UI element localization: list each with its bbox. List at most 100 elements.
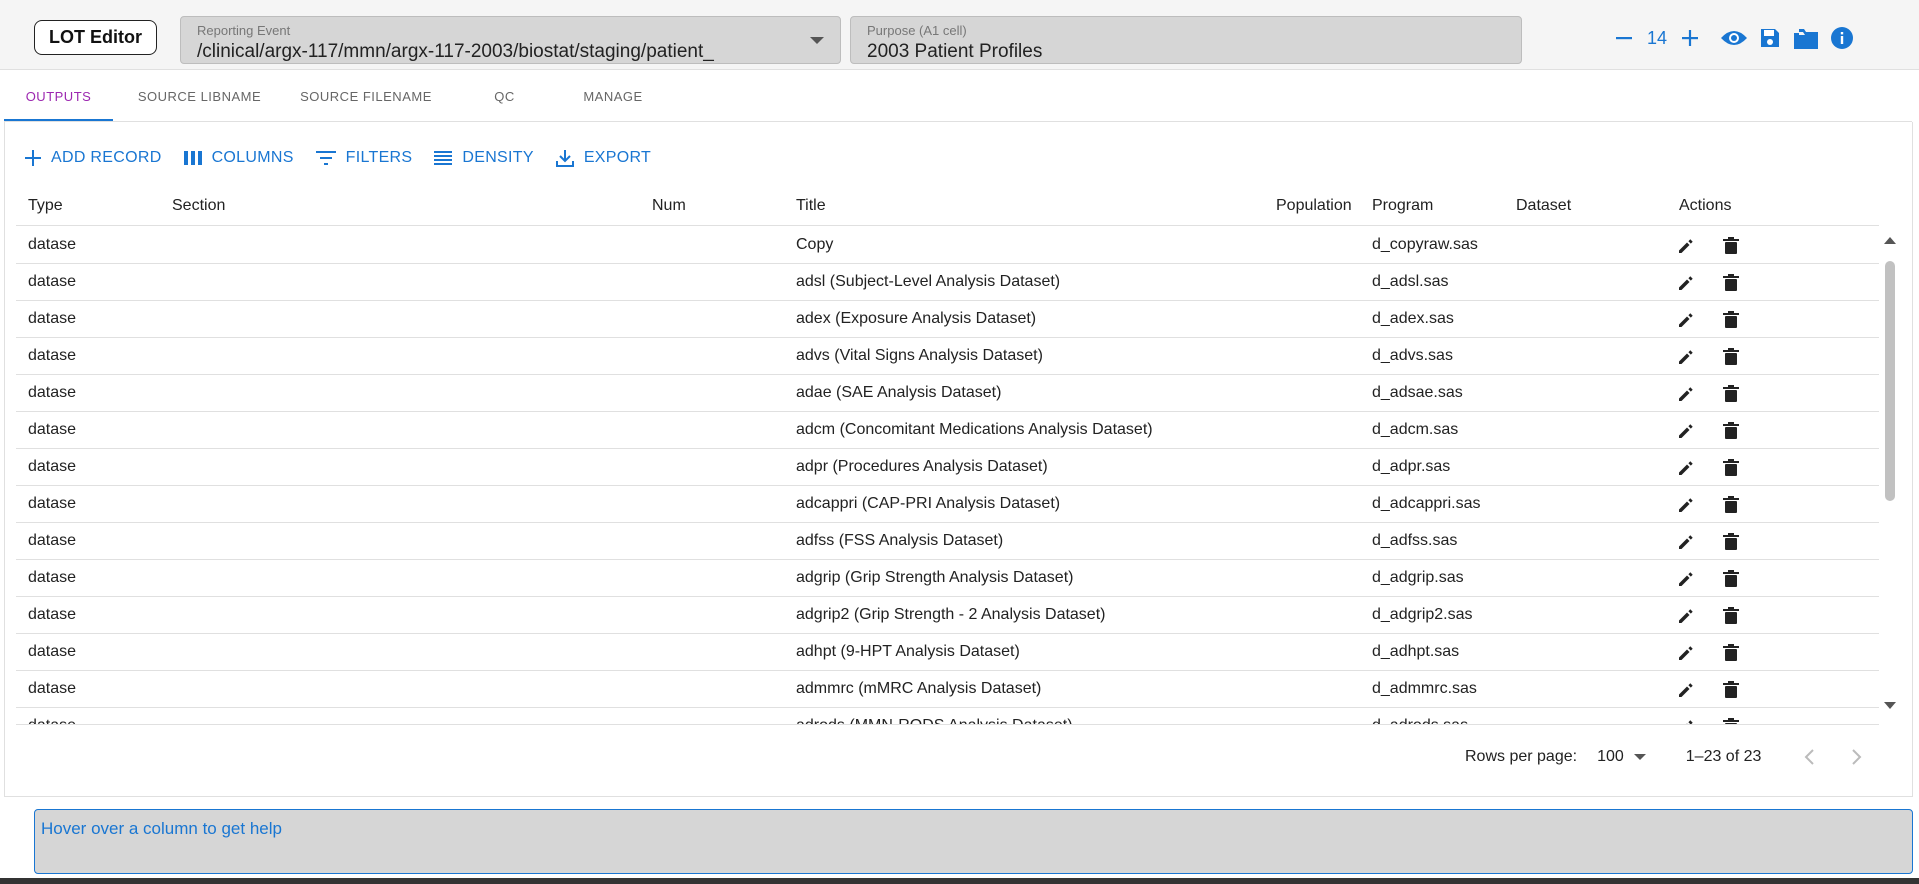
table-row[interactable]: datase adex (Exposure Analysis Dataset) d_… <box>16 301 1879 338</box>
header-tools: 14 <box>1606 20 1860 56</box>
chevron-right-icon <box>1852 749 1862 765</box>
cell-type: datase <box>28 569 77 586</box>
rows-per-page-value: 100 <box>1597 748 1624 765</box>
add-record-button[interactable]: ADD RECORD <box>25 149 162 167</box>
table-row[interactable]: datase adae (SAE Analysis Dataset) d_adsae… <box>16 375 1879 412</box>
edit-icon[interactable] <box>1676 347 1696 367</box>
cell-program: d_adfss.sas <box>1372 532 1458 549</box>
column-header-type[interactable]: Type <box>28 186 63 226</box>
scroll-up-icon[interactable] <box>1884 237 1896 244</box>
cell-title: adgrip (Grip Strength Analysis Dataset) <box>796 569 1074 586</box>
scrollbar-thumb[interactable] <box>1885 261 1895 501</box>
info-button[interactable] <box>1824 20 1860 56</box>
table-row[interactable]: datase adgrip2 (Grip Strength - 2 Analysi… <box>16 597 1879 634</box>
delete-icon[interactable] <box>1721 606 1741 626</box>
delete-icon[interactable] <box>1721 421 1741 441</box>
table-row[interactable]: datase adsl (Subject-Level Analysis Datas… <box>16 264 1879 301</box>
table-row[interactable]: datase adcm (Concomitant Medications Anal… <box>16 412 1879 449</box>
edit-icon[interactable] <box>1676 273 1696 293</box>
delete-icon[interactable] <box>1721 495 1741 515</box>
previous-page-button[interactable] <box>1785 745 1833 769</box>
purpose-value: 2003 Patient Profiles <box>867 41 1043 62</box>
edit-icon[interactable] <box>1676 680 1696 700</box>
rows-per-page-select[interactable]: 100 <box>1597 748 1646 766</box>
cell-title: adpr (Procedures Analysis Dataset) <box>796 458 1048 475</box>
density-button[interactable]: DENSITY <box>434 149 534 167</box>
edit-icon[interactable] <box>1676 236 1696 256</box>
cell-title: adcm (Concomitant Medications Analysis D… <box>796 421 1153 438</box>
edit-icon[interactable] <box>1676 606 1696 626</box>
edit-icon[interactable] <box>1676 717 1696 724</box>
delete-icon[interactable] <box>1721 458 1741 478</box>
column-header-program[interactable]: Program <box>1372 186 1433 226</box>
cell-program: d_adgrip.sas <box>1372 569 1464 586</box>
plus-icon <box>1682 30 1698 46</box>
tab-manage[interactable]: MANAGE <box>560 70 666 122</box>
tab-outputs[interactable]: OUTPUTS <box>4 70 113 122</box>
table-row[interactable]: datase advs (Vital Signs Analysis Dataset… <box>16 338 1879 375</box>
grid-scrollbar[interactable] <box>1879 227 1901 725</box>
tab-source-libname[interactable]: SOURCE LIBNAME <box>122 70 277 122</box>
edit-icon[interactable] <box>1676 458 1696 478</box>
scroll-down-icon[interactable] <box>1884 702 1896 709</box>
delete-icon[interactable] <box>1721 643 1741 663</box>
edit-icon[interactable] <box>1676 495 1696 515</box>
cell-program: d_copyraw.sas <box>1372 236 1478 253</box>
tab-qc[interactable]: QC <box>457 70 552 122</box>
delete-icon[interactable] <box>1721 680 1741 700</box>
column-header-population[interactable]: Population <box>1276 186 1352 226</box>
tab-source-filename[interactable]: SOURCE FILENAME <box>286 70 446 122</box>
cell-program: d_adsl.sas <box>1372 273 1449 290</box>
density-icon <box>434 151 453 165</box>
zoom-out-button[interactable] <box>1606 20 1642 56</box>
table-row[interactable]: datase adgrip (Grip Strength Analysis Dat… <box>16 560 1879 597</box>
preview-button[interactable] <box>1716 20 1752 56</box>
delete-icon[interactable] <box>1721 384 1741 404</box>
table-row[interactable]: datase adpr (Procedures Analysis Dataset)… <box>16 449 1879 486</box>
column-header-title[interactable]: Title <box>796 186 826 226</box>
edit-icon[interactable] <box>1676 569 1696 589</box>
delete-icon[interactable] <box>1721 717 1741 724</box>
edit-icon[interactable] <box>1676 532 1696 552</box>
plus-icon <box>25 150 41 166</box>
minus-icon <box>1616 37 1632 40</box>
column-header-dataset[interactable]: Dataset <box>1516 186 1571 226</box>
cell-type: datase <box>28 708 76 724</box>
caret-down-icon[interactable] <box>810 37 824 44</box>
app-title-button[interactable]: LOT Editor <box>34 20 157 55</box>
delete-icon[interactable] <box>1721 347 1741 367</box>
table-row[interactable]: datase adfss (FSS Analysis Dataset) d_adfs… <box>16 523 1879 560</box>
table-row[interactable]: datase admmrc (mMRC Analysis Dataset) d_ad… <box>16 671 1879 708</box>
next-page-button[interactable] <box>1833 745 1881 769</box>
info-icon <box>1831 27 1853 49</box>
edit-icon[interactable] <box>1676 643 1696 663</box>
export-button[interactable]: EXPORT <box>555 149 651 167</box>
delete-icon[interactable] <box>1721 532 1741 552</box>
column-header-num[interactable]: Num <box>652 186 686 226</box>
zoom-in-button[interactable] <box>1672 20 1708 56</box>
filters-button[interactable]: FILTERS <box>315 149 413 167</box>
table-row[interactable]: datase adhpt (9-HPT Analysis Dataset) d_ad… <box>16 634 1879 671</box>
save-button[interactable] <box>1752 20 1788 56</box>
cell-type: datase <box>28 273 77 290</box>
purpose-field[interactable]: Purpose (A1 cell) 2003 Patient Profiles <box>850 16 1522 64</box>
edit-icon[interactable] <box>1676 310 1696 330</box>
delete-icon[interactable] <box>1721 273 1741 293</box>
delete-icon[interactable] <box>1721 569 1741 589</box>
filters-label: FILTERS <box>345 149 413 166</box>
edit-icon[interactable] <box>1676 384 1696 404</box>
reporting-event-select[interactable]: Reporting Event /clinical/argx-117/mmn/a… <box>180 16 841 64</box>
delete-icon[interactable] <box>1721 236 1741 256</box>
column-header-section[interactable]: Section <box>172 186 225 226</box>
columns-label: COLUMNS <box>211 149 294 166</box>
table-row[interactable]: datase adcappri (CAP-PRI Analysis Dataset… <box>16 486 1879 523</box>
delete-icon[interactable] <box>1721 310 1741 330</box>
open-folder-button[interactable] <box>1788 20 1824 56</box>
table-row[interactable]: datase adrods (MMN-RODS Analysis Dataset)… <box>16 708 1879 724</box>
table-row[interactable]: datase Copy d_copyraw.sas <box>16 227 1879 264</box>
active-tab-indicator <box>4 119 113 121</box>
edit-icon[interactable] <box>1676 421 1696 441</box>
cell-program: d_adsae.sas <box>1372 384 1463 401</box>
cell-type: datase <box>28 236 77 253</box>
columns-button[interactable]: COLUMNS <box>183 149 294 167</box>
